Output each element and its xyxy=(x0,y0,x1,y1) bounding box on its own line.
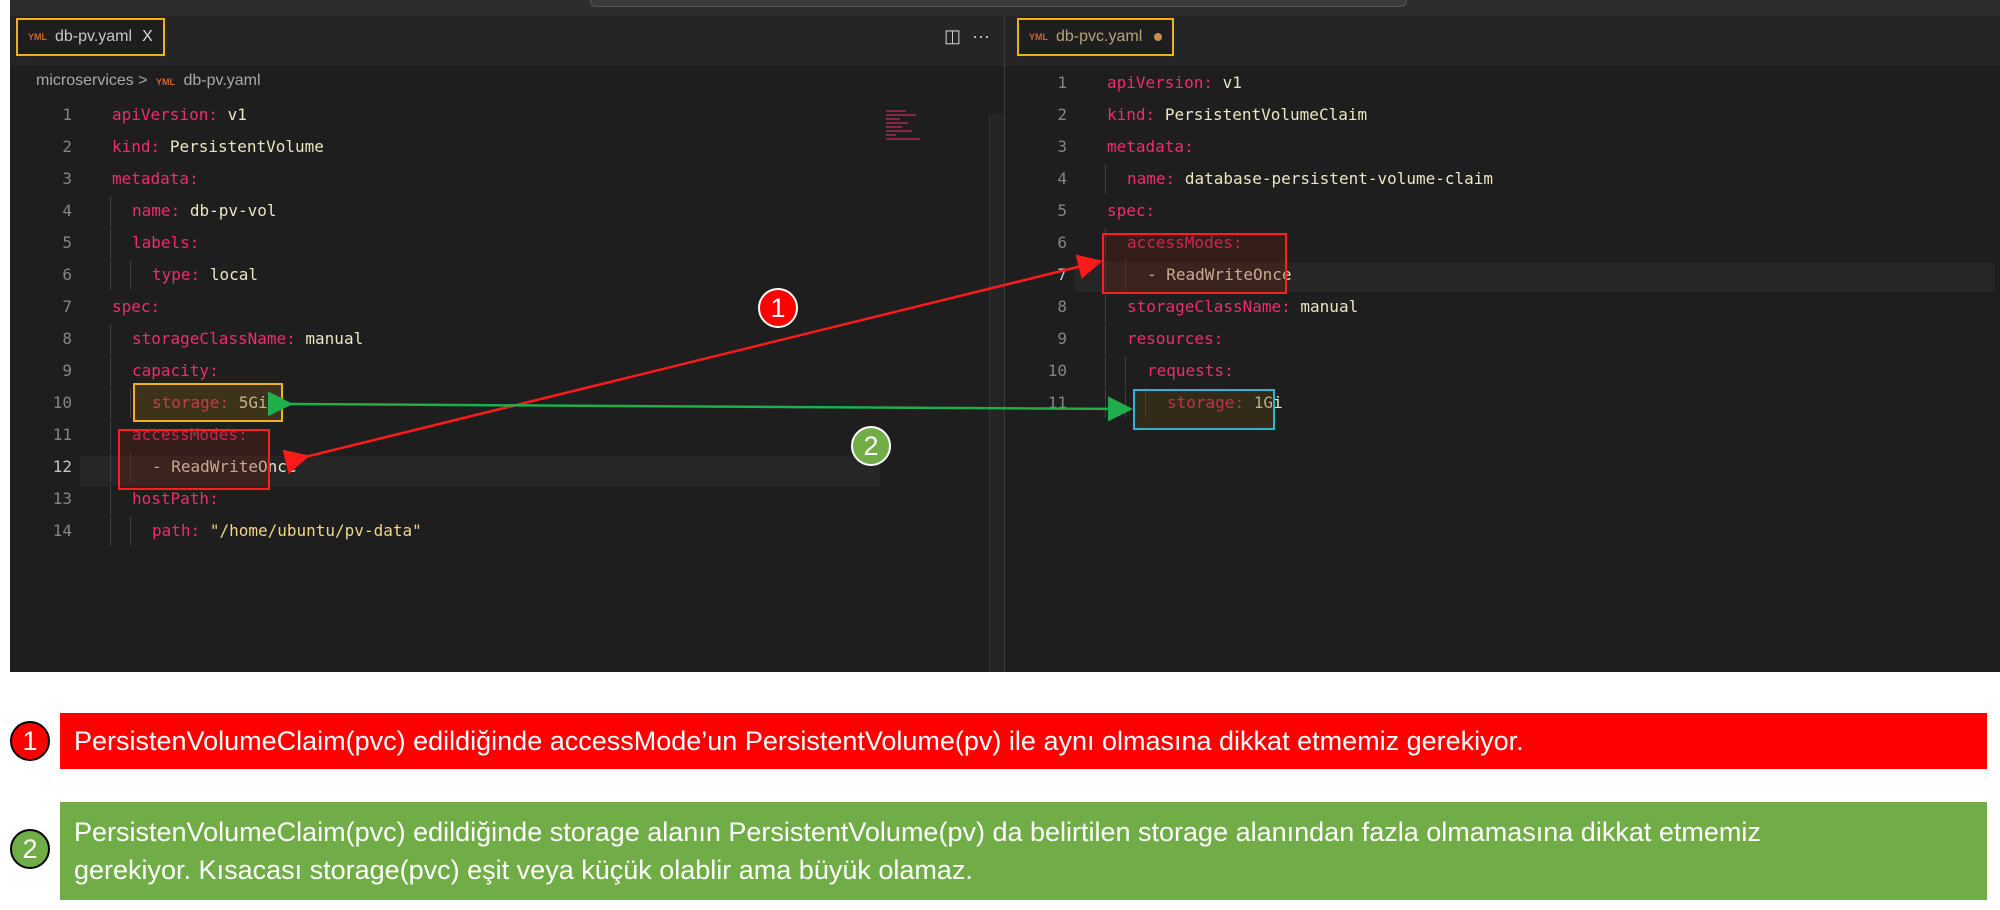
annotation-arrows xyxy=(267,254,1133,474)
caption-2-line-2: gerekiyor. Kısacası storage(pvc) eşit ve… xyxy=(74,855,973,885)
caption-2: PersistenVolumeClaim(pvc) edildiğinde st… xyxy=(60,802,1987,900)
caption-badge-2: 2 xyxy=(10,829,50,869)
arrow-accessmodes xyxy=(282,254,1103,474)
editor-window: YML db-pv.yaml X ◫ ··· microservices > Y… xyxy=(10,0,2000,672)
callout-badge-1: 1 xyxy=(758,288,798,328)
arrow-storage xyxy=(267,391,1133,422)
caption-1: PersistenVolumeClaim(pvc) edildiğinde ac… xyxy=(60,713,1987,769)
callout-badge-2: 2 xyxy=(851,426,891,466)
caption-badge-1: 1 xyxy=(10,721,50,761)
caption-2-line-1: PersistenVolumeClaim(pvc) edildiğinde st… xyxy=(74,817,1761,847)
